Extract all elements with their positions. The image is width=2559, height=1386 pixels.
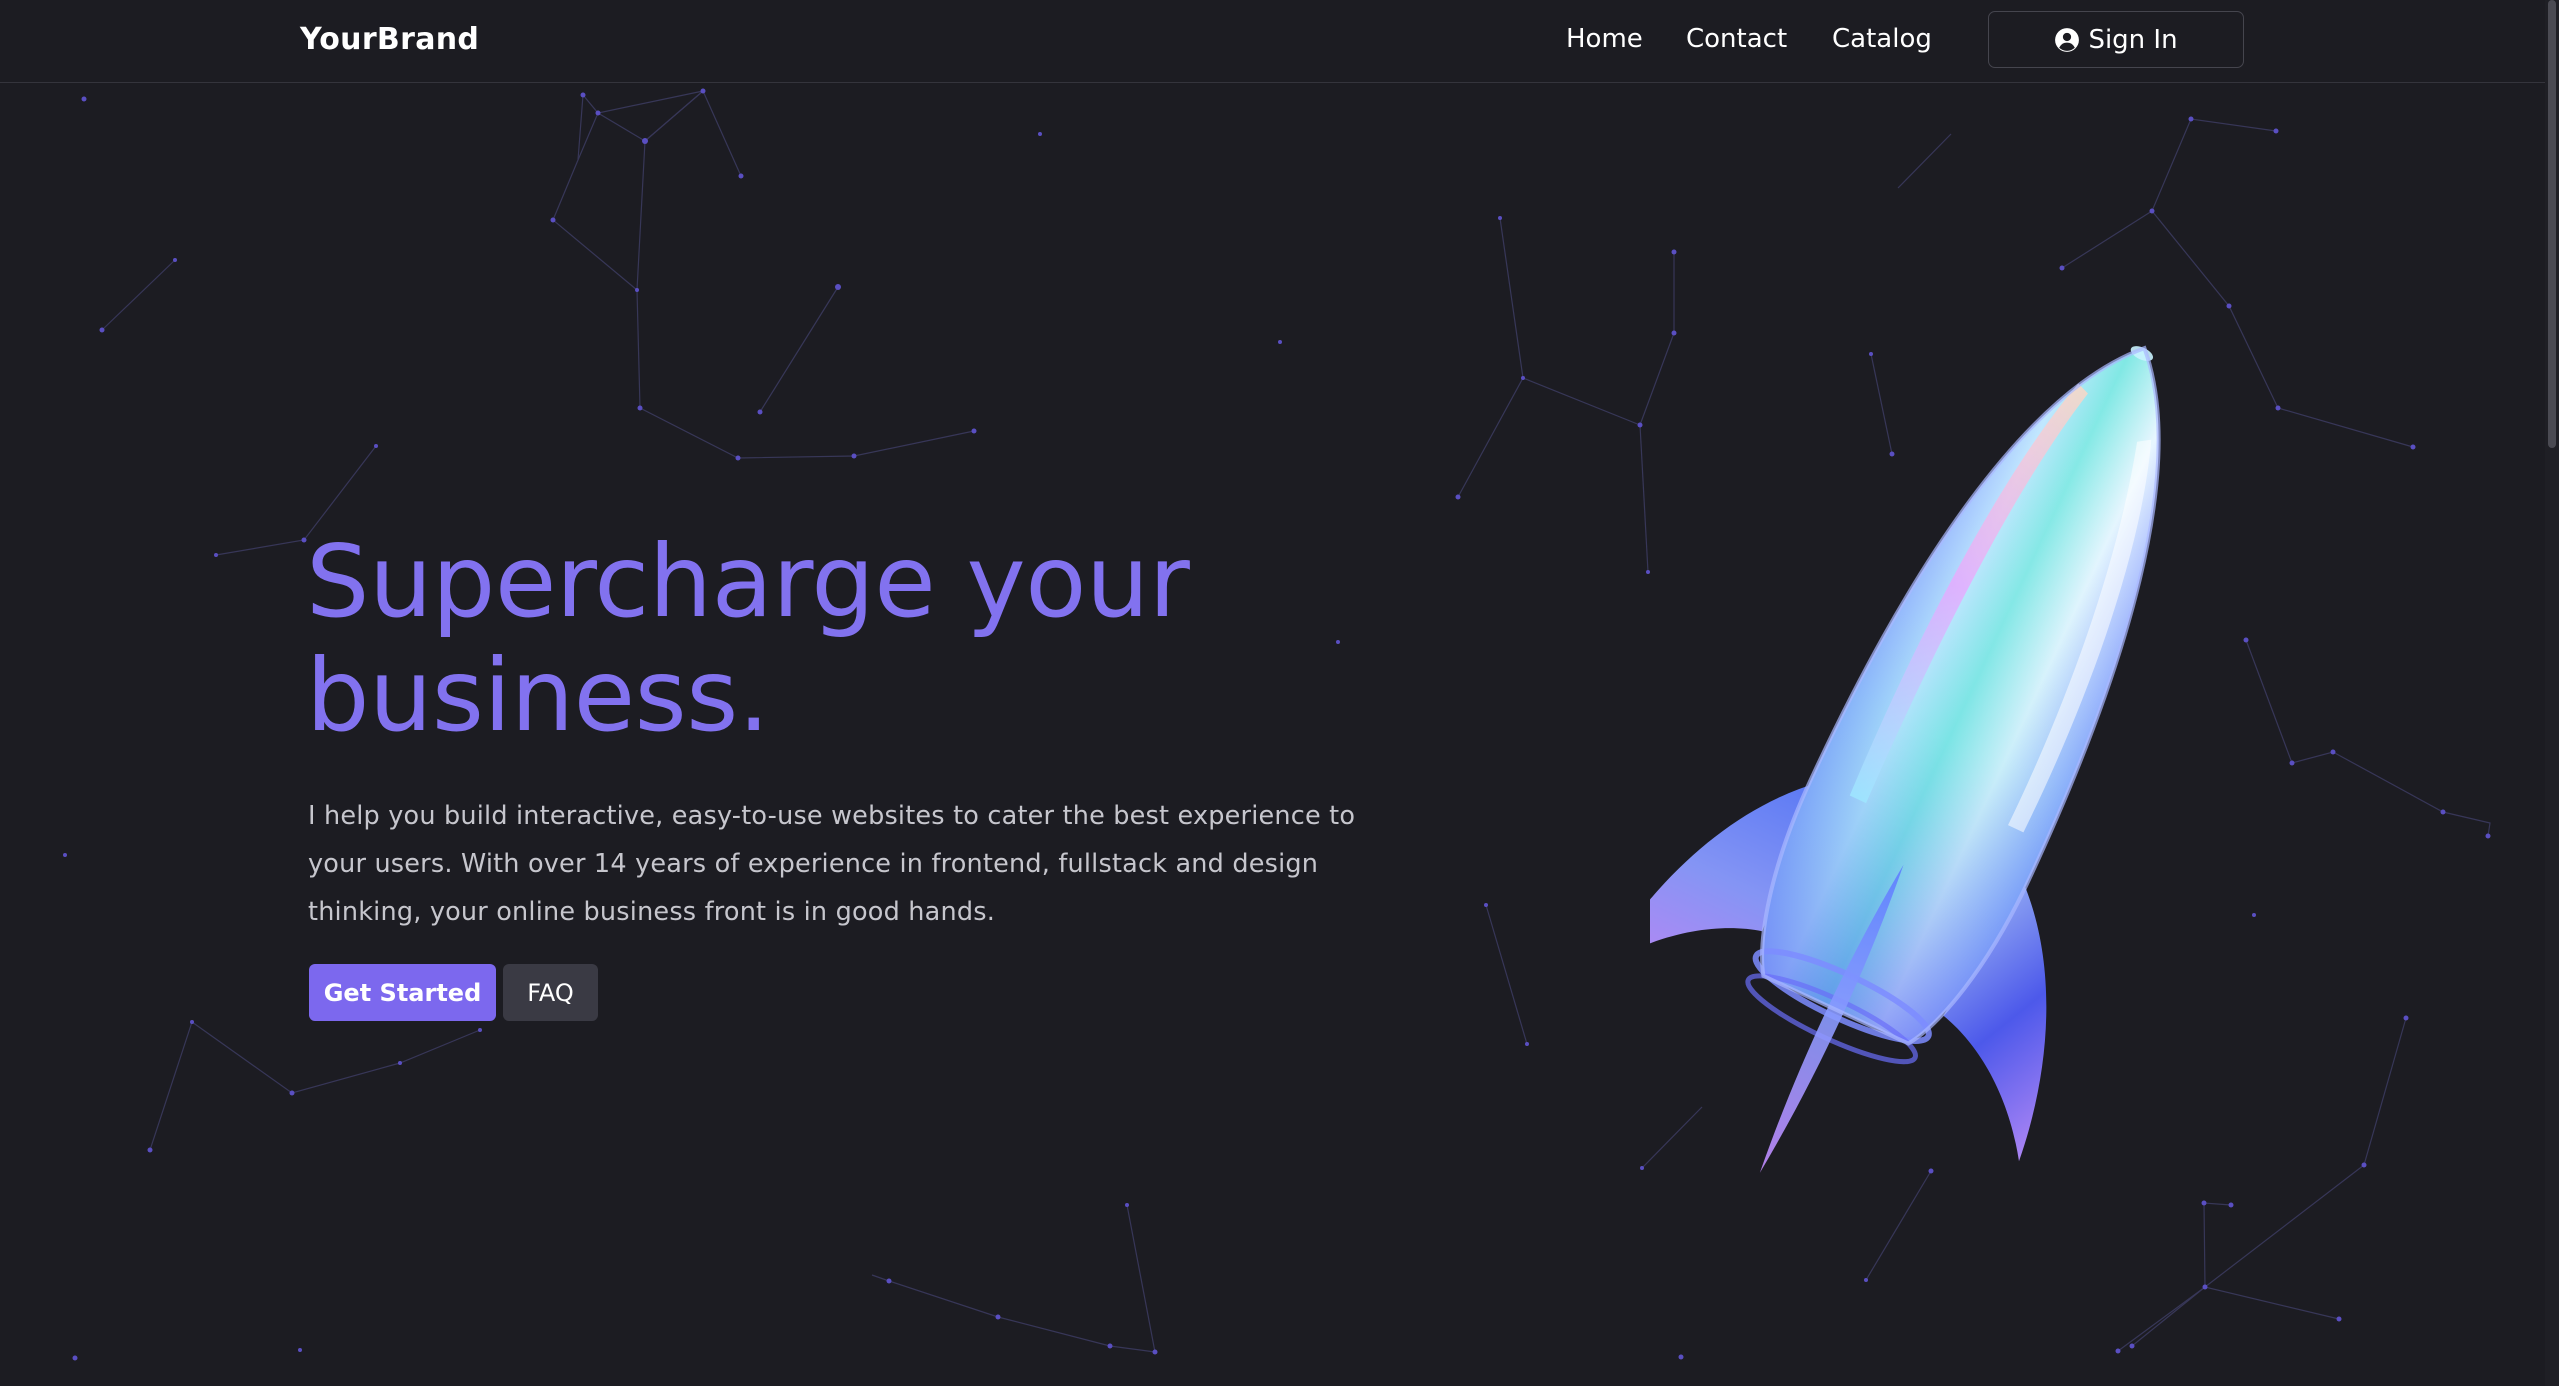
hero-description: I help you build interactive, easy-to-us… (308, 801, 1356, 927)
scrollbar-thumb[interactable] (2548, 0, 2556, 448)
top-navbar: YourBrand Home Contact Catalog Sign In (0, 0, 2545, 83)
page: YourBrand Home Contact Catalog Sign In S… (0, 0, 2559, 1386)
nav-link-home[interactable]: Home (1566, 24, 1643, 54)
hero-headline-line2: business. (306, 637, 770, 754)
user-circle-icon (2055, 27, 2080, 52)
nav-link-contact[interactable]: Contact (1686, 24, 1787, 54)
faq-button[interactable]: FAQ (503, 964, 598, 1021)
hero-headline-line1: Supercharge your (306, 523, 1190, 640)
nav-link-catalog[interactable]: Catalog (1832, 24, 1932, 54)
rocket-illustration (1650, 345, 2161, 1173)
get-started-button[interactable]: Get Started (309, 964, 496, 1021)
hero-headline: Supercharge your business. (306, 525, 1306, 753)
page-scrollbar[interactable] (2545, 0, 2559, 1386)
sign-in-label: Sign In (2088, 24, 2178, 55)
sign-in-button[interactable]: Sign In (1988, 11, 2244, 68)
brand-logo[interactable]: YourBrand (300, 22, 479, 57)
